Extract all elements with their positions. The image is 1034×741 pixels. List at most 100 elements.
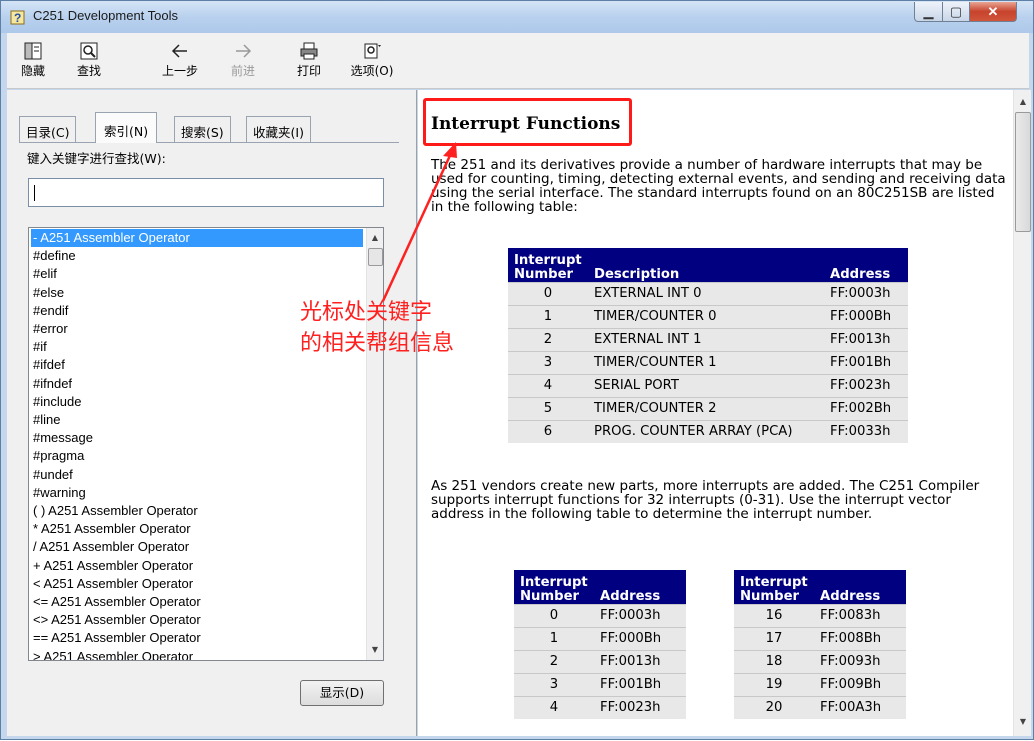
hide-button[interactable]: 隐藏 bbox=[13, 35, 53, 87]
keyword-item[interactable]: <> A251 Assembler Operator bbox=[31, 611, 201, 629]
keyword-item[interactable]: #if bbox=[31, 338, 47, 356]
keyword-list[interactable]: - A251 Assembler Operator #define #elif #el… bbox=[28, 227, 384, 661]
vector-table-right: Interrupt Number Address 16 FF:0083h 17 FF:00… bbox=[734, 570, 906, 719]
keyword-item[interactable]: * A251 Assembler Operator bbox=[31, 520, 191, 538]
content-scroll-thumb[interactable] bbox=[1015, 112, 1031, 232]
options-button[interactable]: 选项(O) bbox=[347, 35, 397, 87]
table-row: 1 TIMER/COUNTER 0 FF:000Bh bbox=[508, 304, 908, 328]
title-bar[interactable]: ? C251 Development Tools ▁ ▢ ✕ bbox=[1, 1, 1033, 33]
table-row: 20 FF:00A3h bbox=[734, 695, 906, 719]
table-cell: 0 bbox=[514, 603, 594, 627]
table-cell: FF:002Bh bbox=[824, 396, 908, 420]
table-cell: FF:008Bh bbox=[814, 626, 906, 650]
table-row: 19 FF:009Bh bbox=[734, 672, 906, 696]
table-cell: 2 bbox=[514, 649, 594, 673]
close-icon: ✕ bbox=[987, 3, 999, 19]
keyword-item[interactable]: <= A251 Assembler Operator bbox=[31, 593, 201, 611]
keyword-item[interactable]: #elif bbox=[31, 265, 57, 283]
keyword-item[interactable]: #ifdef bbox=[31, 356, 65, 374]
keyword-item[interactable]: < A251 Assembler Operator bbox=[31, 575, 193, 593]
table-cell: FF:0023h bbox=[824, 373, 908, 397]
table-cell: TIMER/COUNTER 0 bbox=[588, 304, 824, 328]
keyword-item[interactable]: #pragma bbox=[31, 447, 84, 465]
table-row: 2 EXTERNAL INT 1 FF:0013h bbox=[508, 327, 908, 351]
vector-table-left: Interrupt Number Address 0 FF:0003h 1 FF:000B… bbox=[514, 570, 686, 719]
tab-contents[interactable]: 目录(C) bbox=[19, 116, 77, 142]
pane-splitter[interactable] bbox=[409, 90, 417, 736]
column-header: Address bbox=[824, 248, 908, 282]
tab-favorites[interactable]: 收藏夹(I) bbox=[246, 116, 311, 142]
hide-label: 隐藏 bbox=[20, 64, 45, 78]
options-icon bbox=[364, 43, 381, 59]
scroll-thumb[interactable] bbox=[368, 248, 383, 266]
keyword-search-input[interactable] bbox=[28, 178, 384, 207]
column-header: Interrupt Number bbox=[514, 570, 594, 604]
options-label: 选项(O) bbox=[350, 64, 394, 78]
back-arrow-icon bbox=[171, 44, 187, 58]
table-cell: FF:0013h bbox=[594, 649, 686, 673]
help-file-icon: ? bbox=[10, 10, 25, 25]
maximize-button[interactable]: ▢ bbox=[942, 2, 970, 22]
forward-arrow-icon bbox=[236, 44, 252, 58]
keyword-item[interactable]: - A251 Assembler Operator bbox=[31, 229, 363, 247]
tab-search[interactable]: 搜索(S) bbox=[174, 116, 231, 142]
table-cell: FF:0013h bbox=[824, 327, 908, 351]
keyword-item[interactable]: ( ) A251 Assembler Operator bbox=[31, 502, 198, 520]
table-cell: FF:0083h bbox=[814, 603, 906, 627]
navigation-pane: 目录(C) 索引(N) 搜索(S) 收藏夹(I) 键入关键字进行查找(W): -… bbox=[7, 90, 409, 736]
table-row: 6 PROG. COUNTER ARRAY (PCA) FF:0033h bbox=[508, 419, 908, 443]
print-button[interactable]: 打印 bbox=[289, 35, 329, 87]
table-row: 0 EXTERNAL INT 0 FF:0003h bbox=[508, 281, 908, 305]
table-row: 2 FF:0013h bbox=[514, 649, 686, 673]
content-scrollbar[interactable]: ▲ ▼ bbox=[1013, 90, 1031, 736]
table-cell: 17 bbox=[734, 626, 814, 650]
back-button[interactable]: 上一步 bbox=[157, 35, 203, 87]
annotation-line-1: 光标处关键字 bbox=[300, 300, 433, 325]
show-button[interactable]: 显示(D) bbox=[300, 680, 384, 706]
keyword-item[interactable]: #ifndef bbox=[31, 375, 72, 393]
forward-button[interactable]: 前进 bbox=[223, 35, 263, 87]
table-row: 16 FF:0083h bbox=[734, 603, 906, 627]
keyword-item[interactable]: #include bbox=[31, 393, 81, 411]
keyword-item[interactable]: + A251 Assembler Operator bbox=[31, 557, 193, 575]
scroll-down-icon[interactable]: ▼ bbox=[367, 642, 383, 658]
keyword-item[interactable]: #line bbox=[31, 411, 60, 429]
annotation-line-2: 的相关帮组信息 bbox=[300, 331, 455, 356]
keyword-item[interactable]: #else bbox=[31, 284, 64, 302]
table-cell: 3 bbox=[508, 350, 588, 374]
table-cell: FF:0033h bbox=[824, 419, 908, 443]
tab-index[interactable]: 索引(N) bbox=[95, 112, 158, 143]
table-header-row: Interrupt Number Address bbox=[734, 570, 906, 604]
find-button[interactable]: 查找 bbox=[69, 35, 109, 87]
table-row: 17 FF:008Bh bbox=[734, 626, 906, 650]
table-row: 3 FF:001Bh bbox=[514, 672, 686, 696]
keyword-item[interactable]: == A251 Assembler Operator bbox=[31, 629, 201, 647]
annotation-text: 光标处关键字 的相关帮组信息 bbox=[300, 297, 454, 359]
toolbar: 隐藏 查找 上一步 前进 打印 选项(O) bbox=[7, 33, 1029, 89]
keyword-item[interactable]: #error bbox=[31, 320, 68, 338]
table-row: 0 FF:0003h bbox=[514, 603, 686, 627]
table-row: 18 FF:0093h bbox=[734, 649, 906, 673]
keyword-list-scrollbar[interactable]: ▲ ▼ bbox=[366, 228, 383, 660]
content-scroll-up-icon[interactable]: ▲ bbox=[1014, 94, 1032, 110]
minimize-icon: ▁ bbox=[923, 3, 934, 19]
keyword-item[interactable]: #endif bbox=[31, 302, 68, 320]
keyword-item[interactable]: #warning bbox=[31, 484, 86, 502]
keyword-item[interactable]: / A251 Assembler Operator bbox=[31, 538, 189, 556]
text-caret bbox=[34, 185, 35, 201]
keyword-item[interactable]: #message bbox=[31, 429, 93, 447]
minimize-button[interactable]: ▁ bbox=[914, 2, 943, 22]
table-cell: 3 bbox=[514, 672, 594, 696]
table-cell: FF:0003h bbox=[824, 281, 908, 305]
content-scroll-down-icon[interactable]: ▼ bbox=[1014, 714, 1032, 730]
table-cell: 5 bbox=[508, 396, 588, 420]
table-header-row: Interrupt Number Description Address bbox=[508, 248, 908, 282]
table-cell: FF:001Bh bbox=[824, 350, 908, 374]
keyword-item[interactable]: > A251 Assembler Operator bbox=[31, 648, 193, 660]
keyword-item[interactable]: #define bbox=[31, 247, 76, 265]
scroll-up-icon[interactable]: ▲ bbox=[367, 230, 383, 246]
close-button[interactable]: ✕ bbox=[969, 2, 1017, 22]
standard-interrupts-table: Interrupt Number Description Address 0 EXTER… bbox=[508, 248, 908, 443]
table-cell: 16 bbox=[734, 603, 814, 627]
keyword-item[interactable]: #undef bbox=[31, 466, 73, 484]
